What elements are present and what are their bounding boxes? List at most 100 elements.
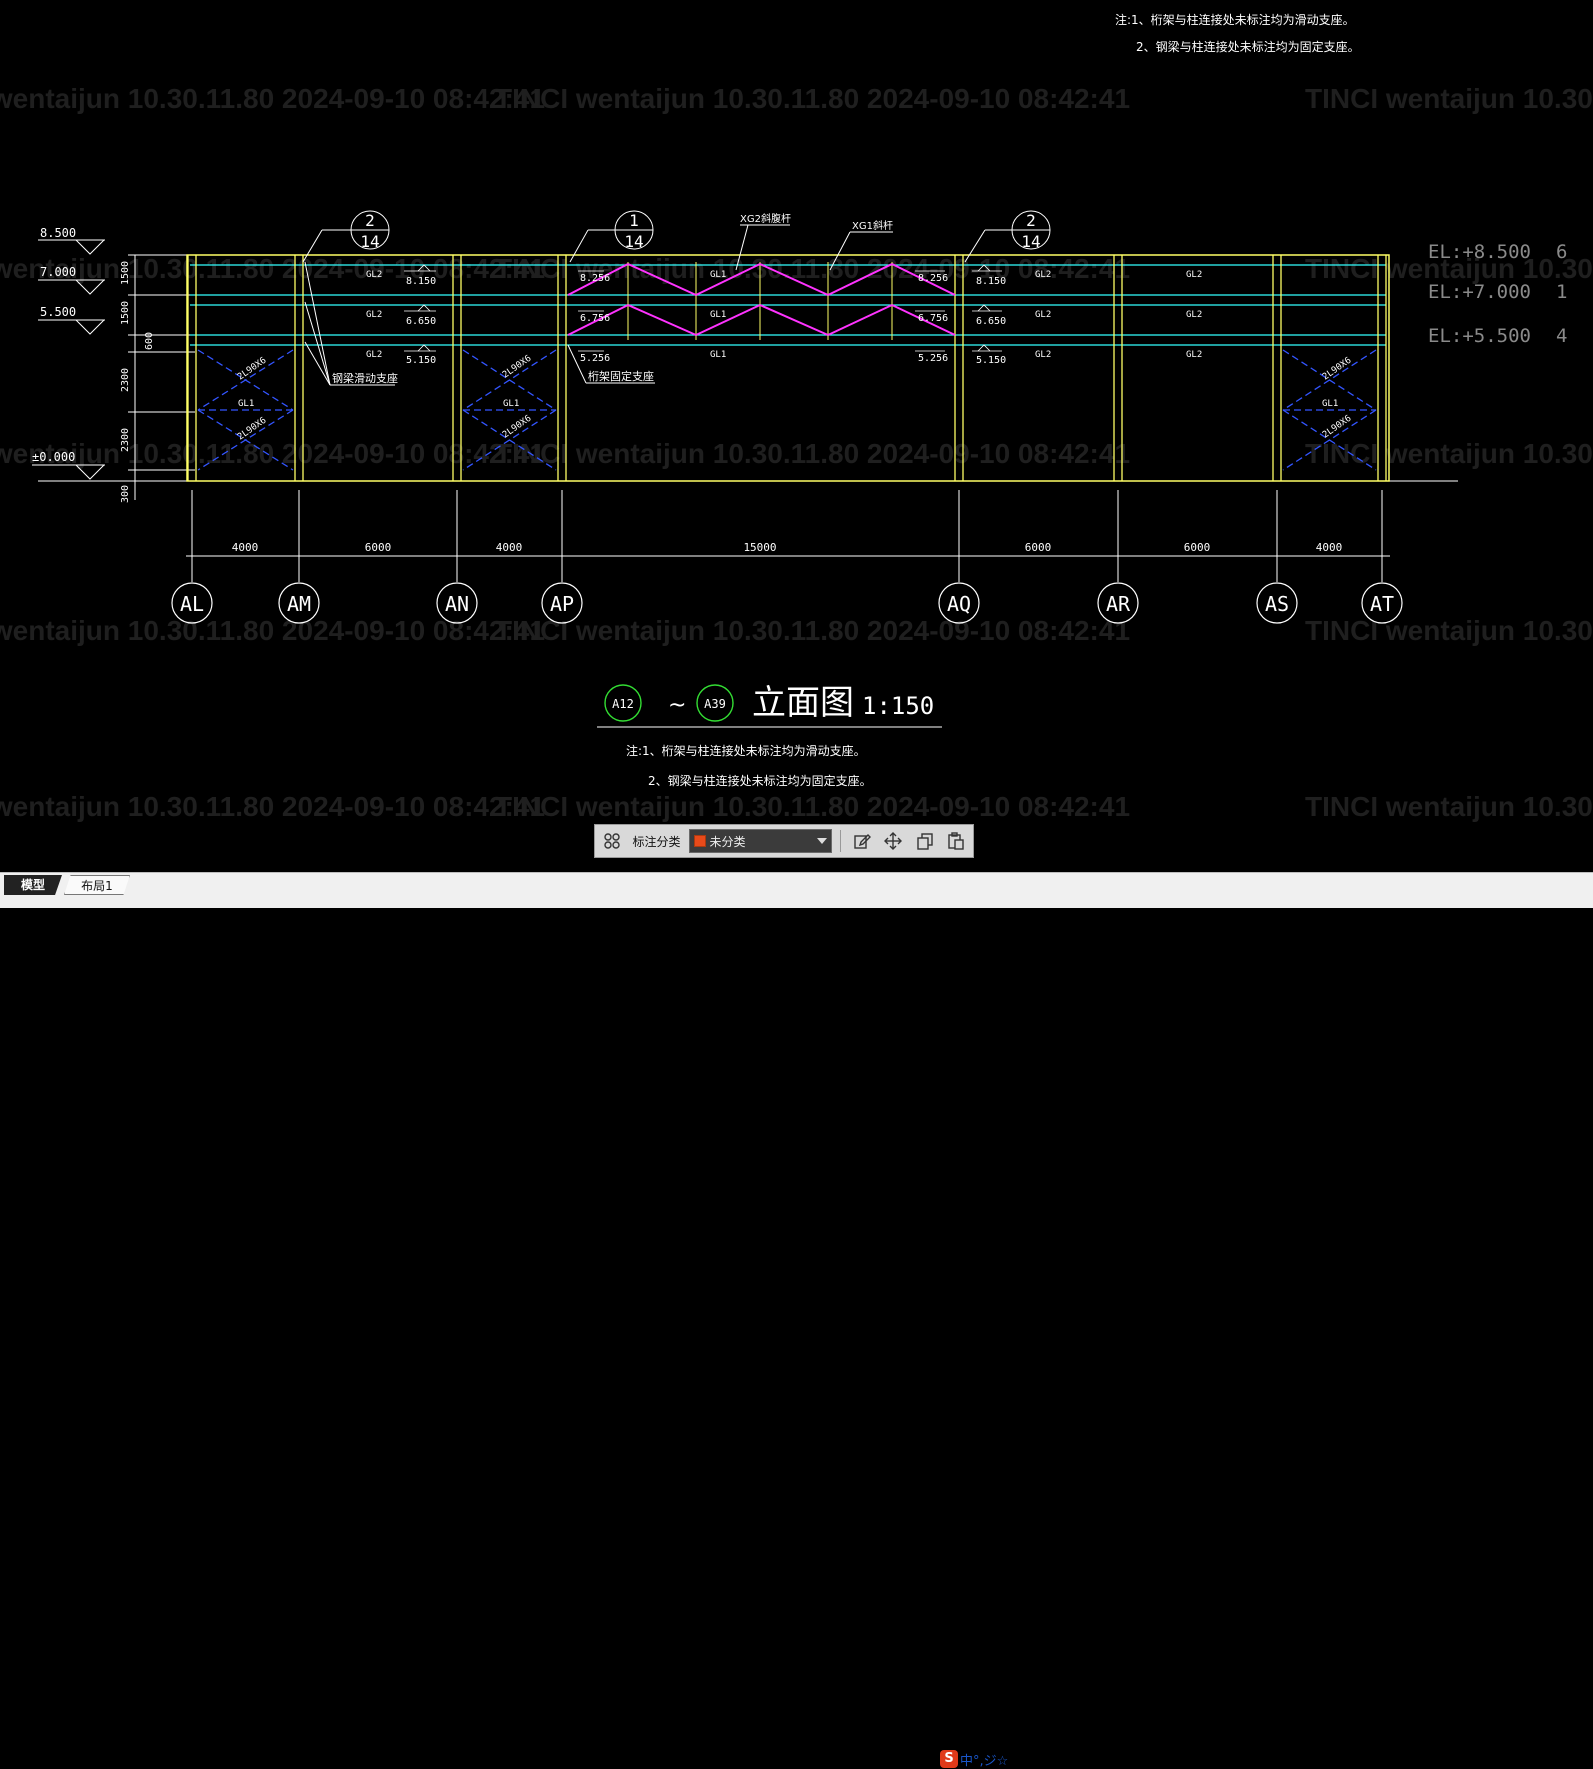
edit-icon[interactable] [849, 828, 875, 854]
elev-mark: 8.256 [918, 273, 948, 284]
axis-label: AS [1265, 592, 1289, 616]
level-label: ±0.000 [32, 450, 75, 464]
chevron-down-icon [816, 838, 827, 844]
paste-icon[interactable] [944, 828, 970, 854]
member-label: GL2 [1186, 270, 1202, 280]
svg-text:TINCI wentaijun 10.30.11.80: TINCI wentaijun 10.30.11.80 2024-09-10 0… [1305, 438, 1593, 469]
vdim-label: 1500 [120, 301, 131, 325]
classification-select[interactable]: 未分类 [688, 829, 832, 853]
member-label: GL1 [710, 310, 726, 320]
member-label: GL2 [1035, 310, 1051, 320]
member-label: 2L90X6 [501, 414, 533, 441]
vdim-label: 600 [144, 332, 155, 350]
title-tilde: ~ [668, 693, 686, 718]
svg-text:TINCI wentaijun 10.30.11.80: TINCI wentaijun 10.30.11.80 2024-09-10 0… [1305, 615, 1593, 646]
toolbar-divider [839, 830, 841, 852]
member-label: GL2 [366, 310, 382, 320]
elev-mark: 8.256 [580, 273, 610, 284]
svg-text:TINCI wentaijun 10.30.11.80: TINCI wentaijun 10.30.11.80 2024-09-10 0… [495, 83, 1130, 114]
span-label: 6000 [1025, 541, 1052, 554]
note-line-2: 2、钢梁与柱连接处未标注均为固定支座。 [648, 773, 872, 788]
svg-text:TINCI wentaijun 10.30.11.80: TINCI wentaijun 10.30.11.80 2024-09-10 0… [495, 615, 1130, 646]
detail-callout-top: 2 [1026, 211, 1036, 230]
member-label: GL1 [710, 270, 726, 280]
span-label: 6000 [1184, 541, 1211, 554]
svg-text:TINCI wentaijun 10.30.11.80: TINCI wentaijun 10.30.11.80 2024-09-10 0… [0, 615, 545, 646]
svg-text:TINCI wentaijun 10.30.11.80: TINCI wentaijun 10.30.11.80 2024-09-10 0… [0, 83, 545, 114]
vdim-label: 1500 [120, 261, 131, 285]
span-dimension [186, 490, 1390, 582]
member-label: GL1 [1322, 399, 1338, 409]
classification-value: 未分类 [709, 834, 746, 849]
member-label: GL2 [1035, 350, 1051, 360]
copy-icon[interactable] [912, 828, 938, 854]
support-note: 桁架固定支座 [588, 369, 654, 383]
member-label: 2L90X6 [1321, 356, 1353, 383]
vdim-label: 2300 [120, 368, 131, 392]
elev-mark: 6.756 [918, 313, 948, 324]
member-label: XG1斜杆 [852, 219, 893, 232]
el-label-suffix: 6 [1556, 241, 1567, 263]
layout-tab-bar: 模型 布局1 S 中°,ジ☆ [0, 872, 1593, 1769]
member-label: GL2 [1186, 310, 1202, 320]
level-label: 8.500 [40, 226, 76, 240]
tab-layout-1[interactable]: 布局1 [64, 875, 130, 895]
top-notes: 注:1、桁架与柱连接处未标注均为滑动支座。 2、钢梁与柱连接处未标注均为固定支座… [1115, 12, 1360, 54]
span-label: 4000 [1316, 541, 1343, 554]
span-label: 4000 [496, 541, 523, 554]
axis-label: AT [1370, 592, 1394, 616]
title-name: 立面图 [752, 683, 854, 723]
title-scale: 1:150 [862, 692, 934, 720]
member-label: GL1 [503, 399, 519, 409]
drawing-canvas[interactable]: TINCI wentaijun 10.30.11.80 2024-09-10 0… [0, 0, 1593, 872]
svg-text:TINCI wentaijun 10.30.11.80: TINCI wentaijun 10.30.11.80 2024-09-10 0… [0, 253, 545, 284]
el-label-suffix: 4 [1556, 325, 1567, 347]
svg-text:TINCI wentaijun 10.30.11.80: TINCI wentaijun 10.30.11.80 2024-09-10 0… [0, 438, 545, 469]
member-label: GL2 [366, 350, 382, 360]
level-label: 7.000 [40, 265, 76, 279]
note-line-1: 注:1、桁架与柱连接处未标注均为滑动支座。 [626, 743, 866, 758]
el-label: EL:+8.500 [1428, 241, 1531, 263]
axis-label: AQ [947, 592, 971, 616]
elev-mark: 5.256 [918, 353, 948, 364]
svg-text:TINCI wentaijun 10.30.11.80: TINCI wentaijun 10.30.11.80 2024-09-10 0… [1305, 83, 1593, 114]
detail-callout-bottom: 14 [360, 232, 379, 251]
axis-label: AP [550, 592, 574, 616]
svg-text:TINCI wentaijun 10.30.11.80: TINCI wentaijun 10.30.11.80 2024-09-10 0… [1305, 791, 1593, 822]
vdim-label: 300 [120, 485, 131, 503]
support-note: 钢梁滑动支座 [332, 371, 398, 385]
title-from-axis: A12 [612, 697, 634, 711]
el-label: EL:+5.500 [1428, 325, 1531, 347]
member-label: GL2 [1035, 270, 1051, 280]
move-icon[interactable] [880, 828, 906, 854]
elev-mark: 6.650 [406, 316, 436, 327]
note-line-2: 2、钢梁与柱连接处未标注均为固定支座。 [1136, 39, 1360, 54]
detail-callout-top: 2 [365, 211, 375, 230]
detail-callout-top: 1 [629, 211, 639, 230]
classification-label: 标注分类 [632, 834, 681, 849]
title-to-axis: A39 [704, 697, 726, 711]
el-label: EL:+7.000 [1428, 281, 1531, 303]
span-label: 6000 [365, 541, 392, 554]
svg-text:TINCI wentaijun 10.30.11.80: TINCI wentaijun 10.30.11.80 2024-09-10 0… [495, 438, 1130, 469]
elev-mark: 5.150 [976, 355, 1006, 366]
member-label: XG2斜腹杆 [740, 212, 791, 225]
elev-mark: 6.650 [976, 316, 1006, 327]
span-label: 15000 [743, 541, 776, 554]
detail-callout-bottom: 14 [1021, 232, 1040, 251]
tab-model[interactable]: 模型 [4, 875, 62, 895]
grid-icon[interactable] [599, 828, 625, 854]
bottom-notes: 注:1、桁架与柱连接处未标注均为滑动支座。 2、钢梁与柱连接处未标注均为固定支座… [626, 743, 872, 788]
svg-text:TINCI wentaijun 10.30.11.80: TINCI wentaijun 10.30.11.80 2024-09-10 0… [0, 791, 545, 822]
axis-label: AL [180, 592, 204, 616]
member-label: GL2 [366, 270, 382, 280]
member-label: 2L90X6 [1321, 414, 1353, 441]
ime-status-text: 中°,ジ☆ [960, 1753, 1009, 1769]
level-label: 5.500 [40, 305, 76, 319]
vdim-label: 2300 [120, 428, 131, 452]
member-label: GL1 [710, 350, 726, 360]
note-line-1: 注:1、桁架与柱连接处未标注均为滑动支座。 [1115, 12, 1355, 27]
elev-mark: 6.756 [580, 313, 610, 324]
ime-status-bar[interactable]: S 中°,ジ☆ [940, 1749, 1008, 1769]
elev-mark: 5.150 [406, 355, 436, 366]
